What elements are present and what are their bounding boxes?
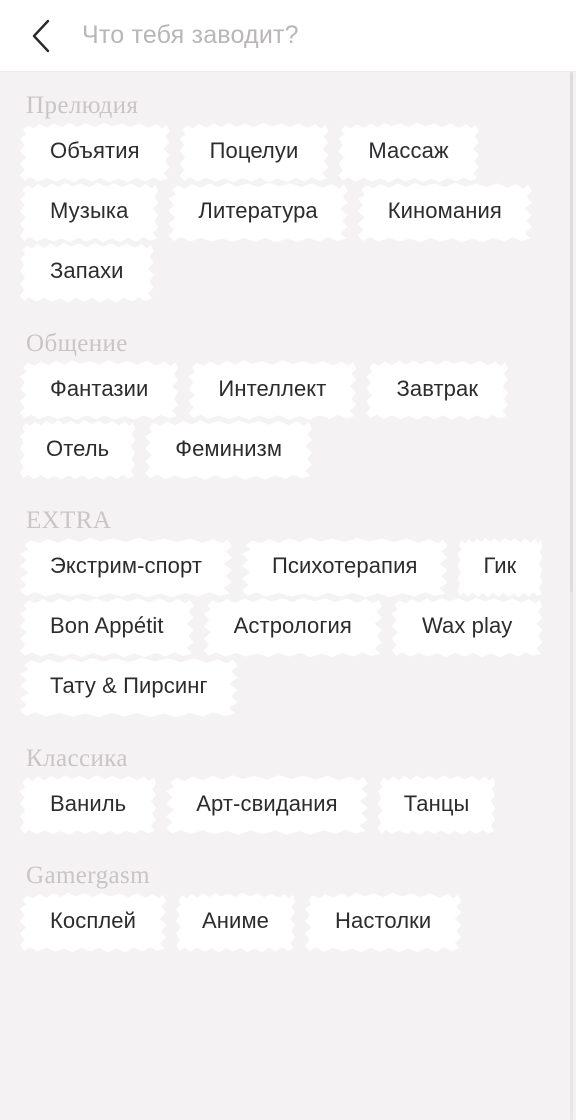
interest-chip[interactable]: Музыка xyxy=(26,190,152,234)
interest-chip-label: Феминизм xyxy=(175,435,283,461)
interest-chip-label: Объятия xyxy=(50,138,140,163)
interest-chip[interactable]: Литература xyxy=(174,190,341,234)
interest-chip[interactable]: Массаж xyxy=(344,130,472,174)
section-title: Общение xyxy=(26,329,128,357)
interest-chip-label: Психотерапия xyxy=(272,553,418,578)
interest-chip[interactable]: Интеллект xyxy=(194,367,350,411)
interest-section: EXTRA Экстрим-спорт Психотерапия Гик Bon App… xyxy=(0,487,566,725)
interest-chip-label: Киномания xyxy=(387,198,502,223)
interest-chip-label: Арт-свидания xyxy=(196,790,338,816)
interest-chip-label: Wax play xyxy=(421,613,513,638)
interest-chip[interactable]: Танцы xyxy=(384,782,490,826)
page-title: Что тебя заводит? xyxy=(82,21,299,49)
interest-chip[interactable]: Косплей xyxy=(26,900,160,944)
interest-chip-label: Экстрим-спорт xyxy=(50,553,203,578)
interest-chip-label: Ваниль xyxy=(50,790,127,816)
chip-row: Фантазии Интеллект Завтрак Отель Феминизм xyxy=(0,367,566,487)
back-button[interactable] xyxy=(18,10,64,62)
app-header: Что тебя заводит? xyxy=(0,0,576,72)
interest-chip-label: Гик xyxy=(483,553,517,578)
interest-chip-label: Музыка xyxy=(50,198,129,223)
interest-chip-label: Запахи xyxy=(50,258,124,283)
interest-chip[interactable]: Тату & Пирсинг xyxy=(26,665,232,709)
interest-chip[interactable]: Киномания xyxy=(364,190,526,234)
chip-row: Косплей Аниме Настолки xyxy=(0,900,566,960)
interest-section: Классика Ваниль Арт-свидания Танцы xyxy=(0,725,566,843)
interest-chip-label: Настолки xyxy=(335,908,432,933)
chip-row: Экстрим-спорт Психотерапия Гик Bon Appétit А… xyxy=(0,545,566,725)
interest-section: Прелюдия Объятия Поцелуи Массаж Музыка Литера… xyxy=(0,72,566,310)
interest-chip[interactable]: Ваниль xyxy=(26,782,150,826)
chevron-left-icon xyxy=(31,19,51,53)
scrollbar-thumb[interactable] xyxy=(570,72,573,592)
interest-chip[interactable]: Экстрим-спорт xyxy=(26,545,226,589)
interest-chip[interactable]: Поцелуи xyxy=(186,130,323,174)
interest-chip-label: Астрология xyxy=(233,613,352,638)
interest-chip-label: Отель xyxy=(46,435,110,461)
section-title: Классика xyxy=(26,744,128,772)
interest-chip-label: Поцелуи xyxy=(209,138,299,163)
interest-chip-label: Тату & Пирсинг xyxy=(50,673,208,698)
chip-row: Объятия Поцелуи Массаж Музыка Литература Кино… xyxy=(0,130,566,310)
interest-chip[interactable]: Астрология xyxy=(210,605,376,649)
interest-chip-label: Фантазии xyxy=(50,375,149,401)
interest-chip[interactable]: Wax play xyxy=(398,605,536,649)
interest-chip-label: Аниме xyxy=(202,908,270,933)
interest-chip-label: Массаж xyxy=(368,138,449,163)
chip-row: Ваниль Арт-свидания Танцы xyxy=(0,782,566,842)
interest-chip-label: Завтрак xyxy=(396,375,479,401)
interest-chip[interactable]: Фантазии xyxy=(26,367,172,411)
interest-chip-label: Bon Appétit xyxy=(50,613,164,638)
interest-chip-label: Интеллект xyxy=(218,375,327,401)
interest-chip[interactable]: Арт-свидания xyxy=(172,782,361,826)
interest-chip-label: Косплей xyxy=(50,908,137,933)
section-title: Прелюдия xyxy=(26,92,139,119)
section-title: Gamergasm xyxy=(26,862,150,889)
interest-chip[interactable]: Завтрак xyxy=(372,367,502,411)
interests-screen: Что тебя заводит? Прелюдия Объятия Поцелуи… xyxy=(0,0,576,1120)
interest-sections: Прелюдия Объятия Поцелуи Массаж Музыка Литера… xyxy=(0,72,566,960)
interest-chip[interactable]: Аниме xyxy=(182,900,289,944)
interest-chip-label: Литература xyxy=(198,198,318,223)
interest-chip-label: Танцы xyxy=(403,790,470,816)
section-title: EXTRA xyxy=(26,507,112,534)
interest-chip[interactable]: Гик xyxy=(463,545,536,589)
interest-section: Gamergasm Косплей Аниме Настолки xyxy=(0,842,566,960)
interest-section: Общение Фантазии Интеллект Завтрак Отель Феми… xyxy=(0,310,566,488)
interest-chip[interactable]: Психотерапия xyxy=(248,545,441,589)
interest-chip[interactable]: Отель xyxy=(26,427,129,471)
interests-scroll-area[interactable]: Прелюдия Объятия Поцелуи Массаж Музыка Литера… xyxy=(0,72,576,1120)
interest-chip[interactable]: Объятия xyxy=(26,130,164,174)
interest-chip[interactable]: Феминизм xyxy=(151,427,306,471)
interest-chip[interactable]: Настолки xyxy=(311,900,455,944)
interest-chip[interactable]: Bon Appétit xyxy=(26,605,188,649)
interest-chip[interactable]: Запахи xyxy=(26,250,148,294)
